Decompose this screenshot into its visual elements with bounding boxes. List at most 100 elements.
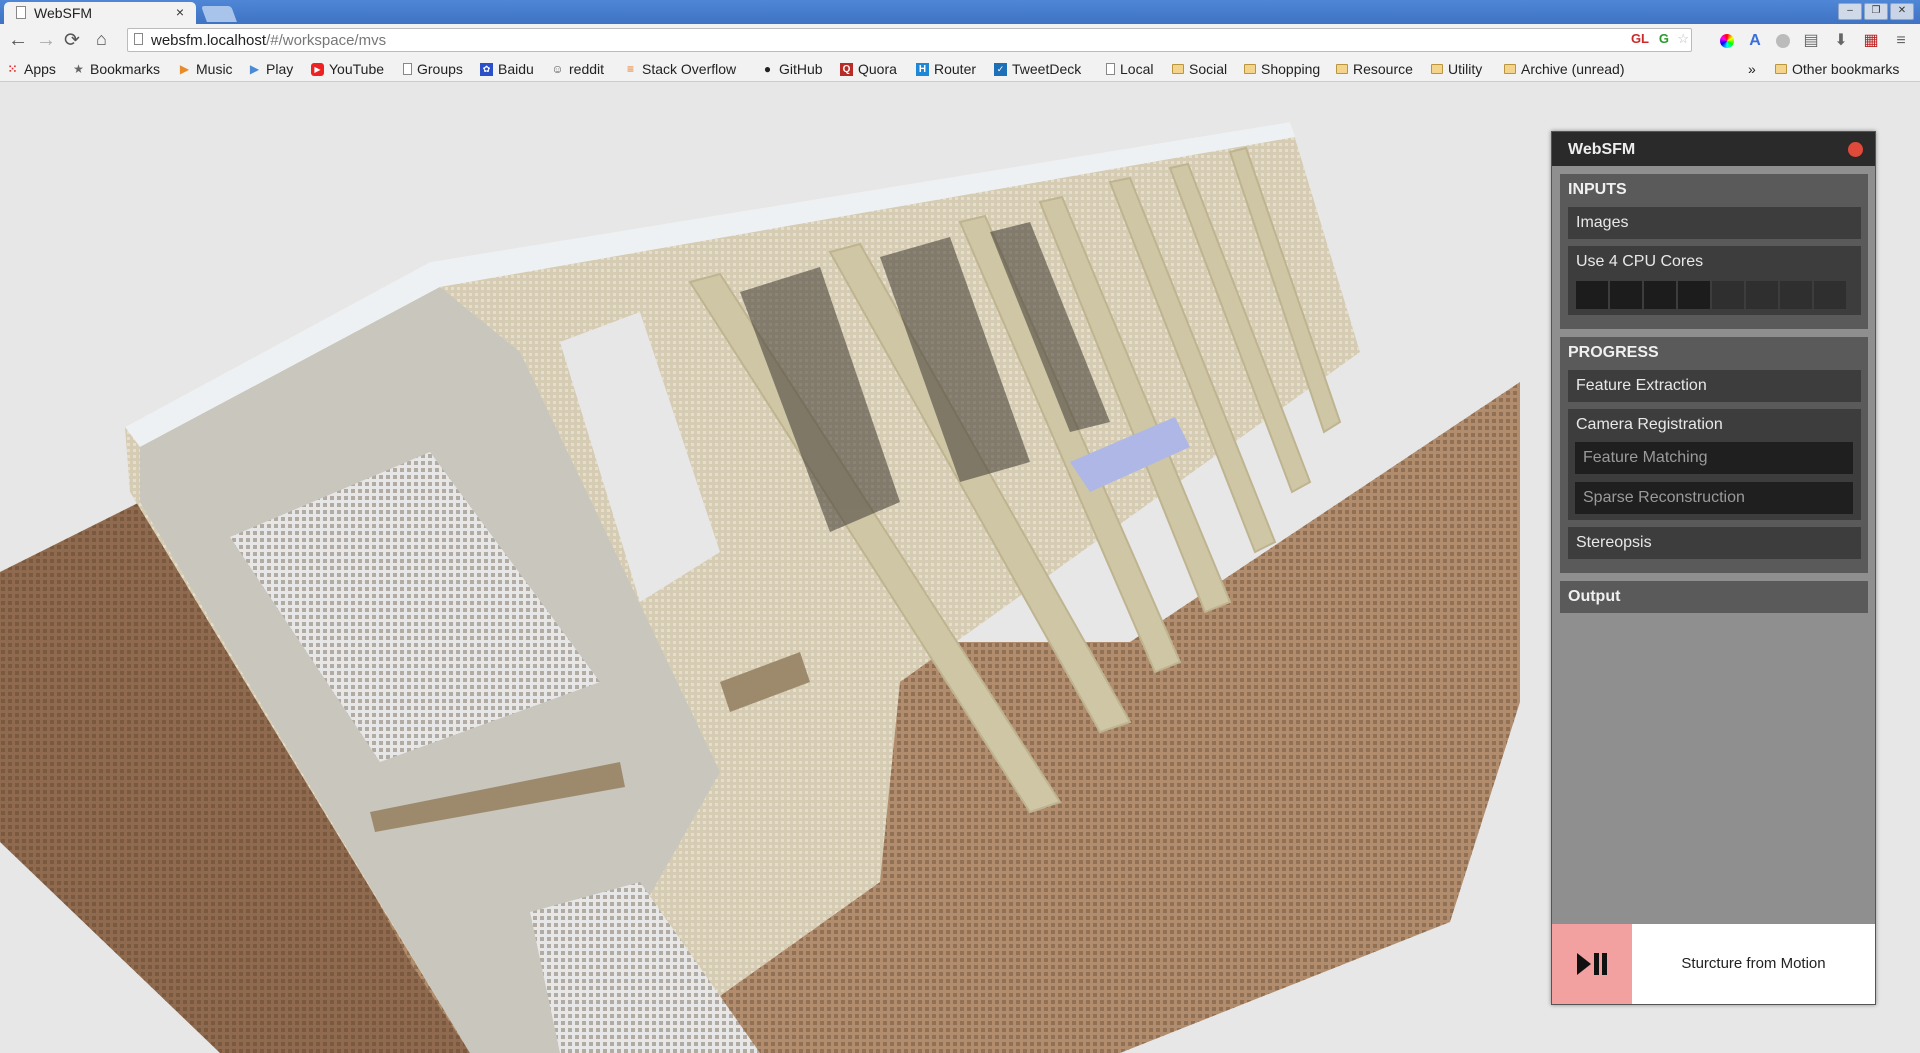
cpu-core-slot[interactable] xyxy=(1610,281,1642,309)
inputs-section: INPUTS Images Use 4 CPU Cores xyxy=(1560,174,1868,329)
browser-titlebar: WebSFM × – ❐ ✕ xyxy=(0,0,1920,24)
folder-icon xyxy=(1244,64,1256,74)
images-button[interactable]: Images xyxy=(1568,207,1861,239)
download-icon[interactable]: ⬇ xyxy=(1832,32,1850,50)
cpu-core-slot[interactable] xyxy=(1814,281,1846,309)
extension-icons: A ▤ ⬇ ▦ ≡ xyxy=(1720,32,1910,50)
cpu-cores-control: Use 4 CPU Cores xyxy=(1568,246,1861,315)
menu-icon[interactable]: ≡ xyxy=(1892,32,1910,50)
circle-icon[interactable] xyxy=(1776,34,1790,48)
sparse-reconstruction-step[interactable]: Sparse Reconstruction xyxy=(1575,482,1853,514)
feature-extraction-step[interactable]: Feature Extraction xyxy=(1568,370,1861,402)
cpu-core-slot[interactable] xyxy=(1678,281,1710,309)
url-path: /#/workspace/mvs xyxy=(266,32,387,49)
panel-title: WebSFM xyxy=(1568,141,1636,158)
output-section[interactable]: Output xyxy=(1560,581,1868,613)
bookmark-youtube[interactable]: ▶ YouTube xyxy=(311,61,384,77)
home-icon[interactable]: ⌂ xyxy=(96,29,107,50)
bookmark-apps[interactable]: ⁙ Apps xyxy=(6,61,55,77)
tweetdeck-icon: ✓ xyxy=(994,62,1007,76)
address-bar[interactable]: websfm.localhost/#/workspace/mvs GL G ☆ xyxy=(127,28,1692,52)
bookmark-github[interactable]: ● GitHub xyxy=(761,61,823,77)
bookmark-music[interactable]: ▶ Music xyxy=(178,61,233,77)
play-store-icon: ▶ xyxy=(249,61,260,76)
star-icon: ★ xyxy=(73,61,84,76)
browser-tab[interactable]: WebSFM × xyxy=(4,2,196,24)
pipeline-label: Sturcture from Motion xyxy=(1681,955,1826,972)
page-icon xyxy=(403,63,412,75)
bookmark-quora[interactable]: Q Quora xyxy=(840,61,897,77)
bookmark-play[interactable]: ▶ Play xyxy=(248,61,293,77)
restore-icon[interactable]: ❐ xyxy=(1864,3,1888,20)
panel-header: WebSFM xyxy=(1552,132,1875,166)
gl-extension-icon[interactable]: GL xyxy=(1631,31,1649,46)
bookmark-folder-utility[interactable]: Utility xyxy=(1431,61,1482,77)
github-icon: ● xyxy=(763,61,772,76)
bookmark-groups[interactable]: Groups xyxy=(403,61,463,77)
bookmarks-overflow-button[interactable]: » xyxy=(1748,61,1756,77)
qr-icon[interactable]: ▦ xyxy=(1862,32,1880,50)
color-wheel-icon[interactable] xyxy=(1720,34,1734,48)
close-panel-icon[interactable] xyxy=(1848,142,1863,157)
film-icon[interactable]: ▤ xyxy=(1802,32,1820,50)
bookmark-folder-social[interactable]: Social xyxy=(1172,61,1227,77)
progress-title: PROGRESS xyxy=(1568,344,1659,361)
bookmarks-bar: ⁙ Apps ★ Bookmarks ▶ Music ▶ Play ▶ YouTube G… xyxy=(0,58,1920,82)
bookmark-star-icon[interactable]: ☆ xyxy=(1677,31,1689,47)
cpu-core-slot[interactable] xyxy=(1644,281,1676,309)
websfm-panel: WebSFM INPUTS Images Use 4 CPU Cores PRO… xyxy=(1551,131,1876,1005)
url-host: websfm.localhost xyxy=(151,32,267,49)
page-icon xyxy=(16,6,26,19)
page-icon xyxy=(1106,63,1115,75)
stereopsis-step[interactable]: Stereopsis xyxy=(1568,527,1861,559)
quora-icon: Q xyxy=(840,62,853,76)
cpu-core-slot[interactable] xyxy=(1712,281,1744,309)
reload-icon[interactable]: ⟳ xyxy=(64,29,80,52)
folder-icon xyxy=(1336,64,1348,74)
cpu-core-selector[interactable] xyxy=(1576,281,1853,309)
new-tab-button[interactable] xyxy=(201,6,237,22)
other-bookmarks-folder[interactable]: Other bookmarks xyxy=(1775,61,1899,77)
play-store-icon: ▶ xyxy=(179,61,190,76)
translate-icon[interactable]: A xyxy=(1746,32,1764,50)
inputs-title: INPUTS xyxy=(1568,181,1627,198)
bookmark-folder-resource[interactable]: Resource xyxy=(1336,61,1413,77)
browser-toolbar: ← → ⟳ ⌂ websfm.localhost/#/workspace/mvs… xyxy=(0,24,1920,58)
folder-icon xyxy=(1504,64,1516,74)
minimize-icon[interactable]: – xyxy=(1838,3,1862,20)
router-icon: H xyxy=(916,62,929,76)
tab-close-icon[interactable]: × xyxy=(176,4,184,20)
folder-icon xyxy=(1431,64,1443,74)
bookmark-folder-archive[interactable]: Archive (unread) xyxy=(1504,61,1625,77)
camera-registration-label: Camera Registration xyxy=(1576,416,1723,433)
play-pause-icon xyxy=(1577,953,1607,975)
cpu-cores-label: Use 4 CPU Cores xyxy=(1576,253,1704,270)
bookmark-stack-overflow[interactable]: ≡ Stack Overflow xyxy=(624,61,736,77)
bookmark-local[interactable]: Local xyxy=(1106,61,1153,77)
page-icon xyxy=(134,33,143,45)
bookmark-folder-shopping[interactable]: Shopping xyxy=(1244,61,1320,77)
window-controls: – ❐ ✕ xyxy=(1838,3,1914,20)
reddit-icon: ☺ xyxy=(551,61,564,76)
back-arrow-icon[interactable]: ← xyxy=(8,29,28,52)
bookmark-tweetdeck[interactable]: ✓ TweetDeck xyxy=(994,61,1081,77)
bookmark-baidu[interactable]: ✿ Baidu xyxy=(480,61,534,77)
cpu-core-slot[interactable] xyxy=(1746,281,1778,309)
apps-grid-icon: ⁙ xyxy=(7,61,18,76)
play-pause-button[interactable] xyxy=(1552,924,1632,1004)
panel-footer: Sturcture from Motion xyxy=(1552,924,1875,1004)
stackoverflow-icon: ≡ xyxy=(626,61,634,76)
progress-section: PROGRESS Feature Extraction Camera Regis… xyxy=(1560,337,1868,573)
camera-registration-step[interactable]: Camera Registration Feature Matching Spa… xyxy=(1568,409,1861,520)
bookmark-bookmarks[interactable]: ★ Bookmarks xyxy=(72,61,160,77)
grammarly-icon[interactable]: G xyxy=(1659,31,1669,46)
close-window-icon[interactable]: ✕ xyxy=(1890,3,1914,20)
feature-matching-step[interactable]: Feature Matching xyxy=(1575,442,1853,474)
forward-arrow-icon[interactable]: → xyxy=(36,29,56,52)
bookmark-reddit[interactable]: ☺ reddit xyxy=(551,61,604,77)
cpu-core-slot[interactable] xyxy=(1780,281,1812,309)
youtube-icon: ▶ xyxy=(311,62,324,76)
cpu-core-slot[interactable] xyxy=(1576,281,1608,309)
bookmark-router[interactable]: H Router xyxy=(916,61,976,77)
folder-icon xyxy=(1775,64,1787,74)
